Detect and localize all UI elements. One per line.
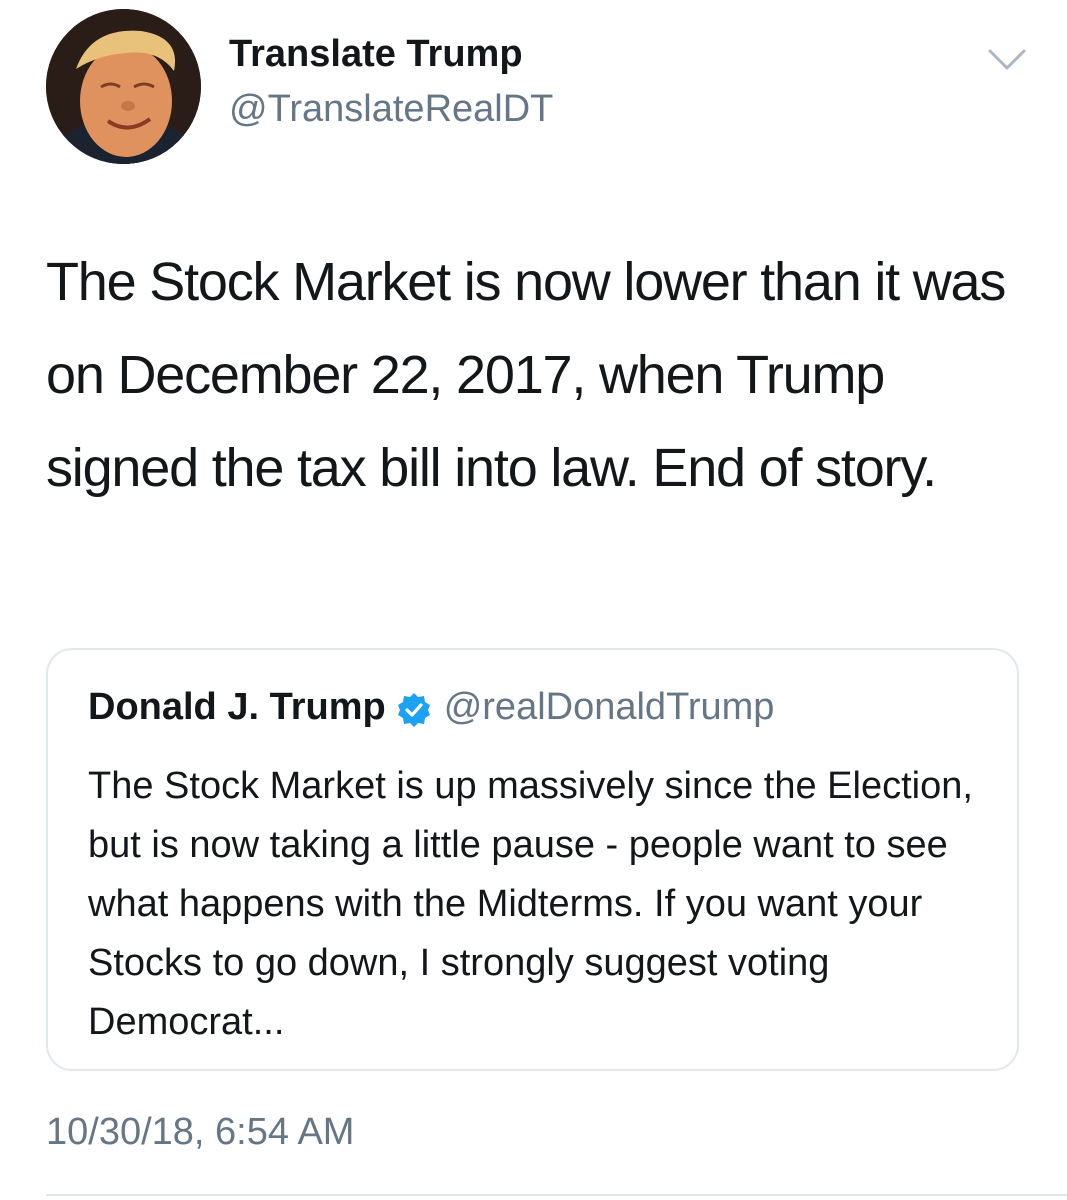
- avatar[interactable]: [46, 9, 201, 164]
- quoted-tweet-header: Donald J. Trump @realDonaldTrump: [88, 686, 774, 729]
- tweet-timestamp[interactable]: 10/30/18, 6:54 AM: [46, 1111, 354, 1154]
- author-handle[interactable]: @TranslateRealDT: [229, 88, 553, 131]
- tweet-text: The Stock Market is now lower than it wa…: [46, 252, 1006, 498]
- divider: [46, 1194, 1067, 1196]
- quoted-tweet-card[interactable]: Donald J. Trump @realDonaldTrump The Sto…: [46, 648, 1019, 1071]
- chevron-down-icon[interactable]: [986, 45, 1028, 75]
- profile-photo-icon: [46, 9, 201, 164]
- quoted-author-handle[interactable]: @realDonaldTrump: [444, 686, 775, 729]
- quoted-author-display-name[interactable]: Donald J. Trump: [88, 686, 386, 729]
- author-display-name[interactable]: Translate Trump: [229, 33, 523, 76]
- verified-badge-icon: [396, 692, 432, 728]
- quoted-tweet-text: The Stock Market is up massively since t…: [88, 765, 973, 1043]
- tweet: Translate Trump @TranslateRealDT The Sto…: [0, 0, 1067, 1200]
